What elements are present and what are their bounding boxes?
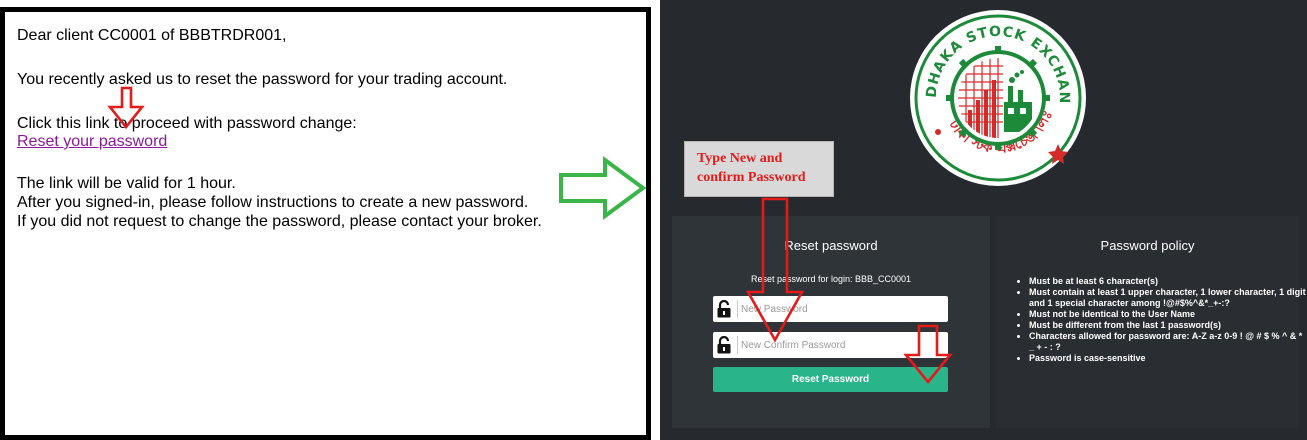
email-line-signin: After you signed-in, please follow instr…	[17, 194, 529, 211]
annotation-line-2: confirm Password	[697, 170, 806, 185]
reset-password-button[interactable]: Reset Password	[713, 367, 948, 392]
policy-rule: Characters allowed for password are: A-Z…	[1029, 331, 1307, 353]
lock-icon	[717, 300, 731, 318]
password-policy-title: Password policy	[1100, 238, 1195, 253]
policy-rule: Must contain at least 1 upper character,…	[1029, 287, 1307, 309]
policy-rule: Must not be identical to the User Name	[1029, 309, 1307, 320]
reset-password-title: Reset password	[784, 238, 878, 253]
policy-rule: Must be different from the last 1 passwo…	[1029, 320, 1307, 331]
confirm-password-field	[713, 332, 948, 358]
field-divider	[737, 336, 738, 354]
instruction-annotation: Type New and confirm Password	[684, 141, 834, 197]
policy-rule: Must be at least 6 character(s)	[1029, 276, 1307, 287]
new-password-field	[713, 296, 948, 322]
new-password-input[interactable]	[741, 296, 941, 322]
email-message: Dear client CC0001 of BBBTRDR001, You re…	[0, 7, 651, 440]
field-divider	[737, 300, 738, 318]
dhaka-stock-exchange-logo: DHAKA STOCK EXCHANGE LTD. ঢাকা স্টক এক্স…	[908, 2, 1086, 186]
email-greeting: Dear client CC0001 of BBBTRDR001,	[17, 27, 287, 44]
arrow-right-icon	[559, 156, 647, 220]
reset-password-subtitle: Reset password for login: BBB_CC0001	[750, 274, 912, 284]
confirm-password-input[interactable]	[741, 332, 941, 358]
email-line-instruction: Click this link to proceed with password…	[17, 115, 357, 132]
email-line-validity: The link will be valid for 1 hour.	[17, 175, 236, 192]
password-policy-list: Must be at least 6 character(s) Must con…	[1016, 276, 1307, 364]
email-line-contact: If you did not request to change the pas…	[17, 213, 542, 230]
reset-password-link[interactable]: Reset your password	[17, 133, 167, 150]
policy-rule: Password is case-sensitive	[1029, 353, 1307, 364]
email-line-request: You recently asked us to reset the passw…	[17, 71, 508, 88]
annotation-line-1: Type New and	[697, 151, 783, 166]
lock-icon	[717, 336, 731, 354]
